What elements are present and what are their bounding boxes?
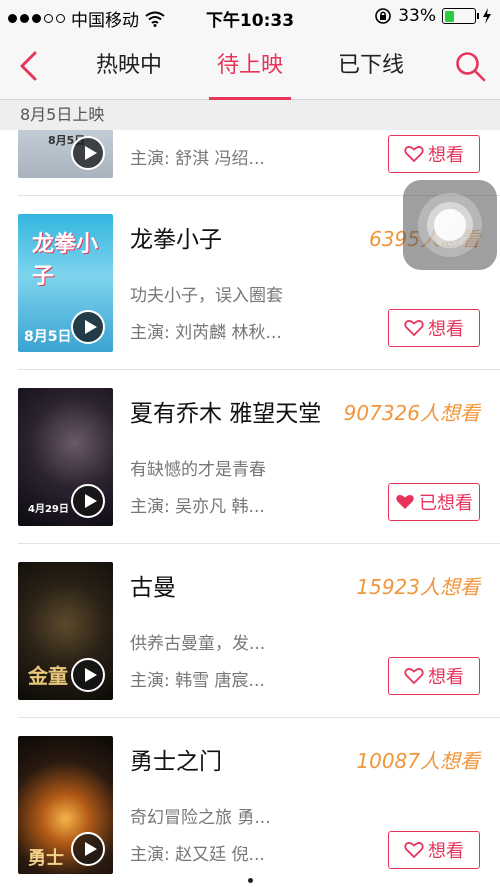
movie-desc: 供养古曼童，发... bbox=[130, 634, 266, 654]
heart-outline-icon bbox=[404, 320, 424, 337]
status-bar: 中国移动 下午10:33 33% bbox=[0, 0, 500, 32]
movie-poster[interactable]: 勇士 bbox=[18, 736, 113, 874]
charging-icon bbox=[483, 8, 491, 24]
heart-outline-icon bbox=[404, 842, 424, 859]
movie-poster[interactable]: 金童 bbox=[18, 562, 113, 700]
movie-cast: 主演: 韩雪 唐宸... bbox=[130, 671, 265, 691]
movie-cast: 主演: 刘芮麟 林秋... bbox=[130, 323, 282, 343]
back-icon[interactable] bbox=[14, 50, 44, 82]
rotation-lock-icon bbox=[375, 8, 392, 24]
assistive-touch-button[interactable] bbox=[403, 180, 497, 270]
play-icon[interactable] bbox=[71, 832, 105, 866]
poster-title-text: 龙拳小子 bbox=[32, 232, 99, 289]
want-button[interactable]: 想看 bbox=[388, 831, 480, 869]
want-button[interactable]: 想看 bbox=[388, 135, 480, 173]
want-button-label: 想看 bbox=[428, 145, 464, 166]
search-icon[interactable] bbox=[454, 50, 486, 82]
movie-poster[interactable]: 龙拳小子 8月5日 bbox=[18, 214, 113, 352]
movie-row[interactable]: 金童 古曼 15923人想看 供养古曼童，发... 主演: 韩雪 唐宸... 想… bbox=[0, 544, 500, 718]
nav-bar: 热映中 待上映 已下线 bbox=[0, 32, 500, 100]
poster-title-text: 金童 bbox=[28, 664, 68, 688]
wanted-button[interactable]: 已想看 bbox=[388, 483, 480, 521]
scroll-indicator-dot bbox=[248, 878, 253, 883]
section-date-header: 8月5日上映 bbox=[0, 100, 500, 130]
poster-date-text: 4月29日 bbox=[28, 504, 69, 515]
want-button-label: 想看 bbox=[428, 319, 464, 340]
movie-title[interactable]: 夏有乔木 雅望天堂 bbox=[130, 394, 321, 428]
poster-title-text: 勇士 bbox=[28, 848, 64, 869]
movie-row[interactable]: 勇士 勇士之门 10087人想看 奇幻冒险之旅 勇... 主演: 赵又廷 倪..… bbox=[0, 718, 500, 887]
poster-date-text: 8月5日 bbox=[24, 329, 72, 345]
tab-coming-soon[interactable]: 待上映 bbox=[201, 32, 299, 100]
movie-cast: 主演: 赵又廷 倪... bbox=[130, 845, 265, 865]
heart-outline-icon bbox=[404, 668, 424, 685]
want-button-label: 想看 bbox=[428, 667, 464, 688]
heart-filled-icon bbox=[396, 494, 414, 509]
play-icon[interactable] bbox=[71, 136, 105, 170]
want-count: 907326人想看 bbox=[343, 401, 480, 425]
tab-bar: 热映中 待上映 已下线 bbox=[80, 32, 420, 100]
movie-poster[interactable]: 8月5日 bbox=[18, 130, 113, 178]
want-count: 10087人想看 bbox=[356, 749, 480, 773]
want-button-label: 想看 bbox=[428, 841, 464, 862]
movie-row[interactable]: 4月29日 夏有乔木 雅望天堂 907326人想看 有缺憾的才是青春 主演: 吴… bbox=[0, 370, 500, 544]
movie-title[interactable]: 勇士之门 bbox=[130, 742, 222, 776]
play-icon[interactable] bbox=[71, 658, 105, 692]
want-button[interactable]: 想看 bbox=[388, 657, 480, 695]
play-icon[interactable] bbox=[71, 310, 105, 344]
tab-now-showing[interactable]: 热映中 bbox=[80, 32, 178, 100]
movie-title[interactable]: 古曼 bbox=[130, 568, 176, 602]
movie-desc: 奇幻冒险之旅 勇... bbox=[130, 808, 271, 828]
movie-cast: 主演: 舒淇 冯绍... bbox=[130, 149, 265, 169]
status-right: 33% bbox=[374, 6, 492, 26]
battery-icon bbox=[442, 8, 479, 24]
want-button[interactable]: 想看 bbox=[388, 309, 480, 347]
movie-poster[interactable]: 4月29日 bbox=[18, 388, 113, 526]
movie-title[interactable]: 龙拳小子 bbox=[130, 220, 222, 254]
want-count: 15923人想看 bbox=[356, 575, 480, 599]
play-icon[interactable] bbox=[71, 484, 105, 518]
battery-percent: 33% bbox=[398, 6, 436, 26]
movie-cast: 主演: 吴亦凡 韩... bbox=[130, 497, 265, 517]
movie-desc: 功夫小子，误入圈套 bbox=[130, 286, 283, 306]
heart-outline-icon bbox=[404, 146, 424, 163]
tab-ended[interactable]: 已下线 bbox=[322, 32, 420, 100]
want-button-label: 已想看 bbox=[419, 493, 473, 514]
movie-desc: 有缺憾的才是青春 bbox=[130, 460, 266, 480]
